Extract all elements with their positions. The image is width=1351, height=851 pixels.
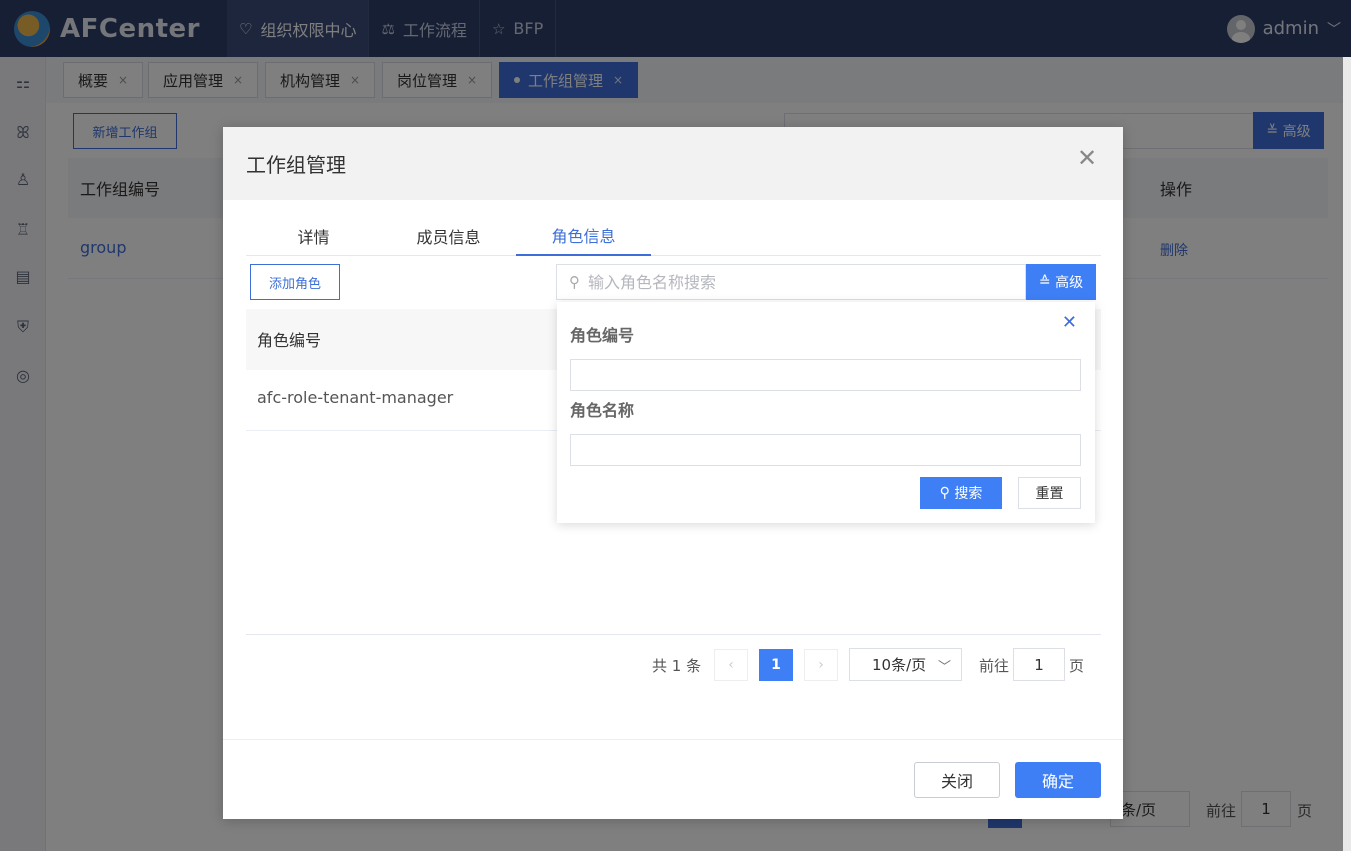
role-search-input[interactable]	[588, 272, 1008, 292]
chevron-down-icon: ﹀	[937, 660, 951, 675]
search-button[interactable]: ⚲ 搜索	[920, 477, 1002, 509]
close-button[interactable]: 关闭	[914, 762, 1000, 798]
dialog-tabs: 详情 成员信息 角色信息	[246, 215, 1101, 256]
search-label: 搜索	[954, 486, 983, 502]
prev-page-button[interactable]: ‹	[714, 649, 748, 681]
role-advanced-button[interactable]: ≙ 高级	[1026, 264, 1096, 300]
page-scrollbar[interactable]	[1343, 57, 1351, 851]
pager-current-page[interactable]: 1	[759, 649, 793, 681]
pager-divider	[246, 634, 1101, 635]
chevron-right-icon: ›	[818, 657, 824, 673]
role-name-input[interactable]	[570, 434, 1081, 466]
role-code-label: 角色编号	[570, 326, 635, 345]
page-unit-label: 页	[1069, 657, 1085, 675]
next-page-button[interactable]: ›	[804, 649, 838, 681]
goto-label: 前往	[979, 657, 1010, 675]
search-icon: ⚲	[939, 485, 955, 501]
advanced-label: 高级	[1055, 275, 1084, 291]
role-name-label: 角色名称	[570, 401, 635, 420]
page-size-label: 10条/页	[872, 656, 927, 674]
role-code-input[interactable]	[570, 359, 1081, 391]
close-icon[interactable]: ✕	[1062, 312, 1077, 333]
close-icon[interactable]: ✕	[1075, 146, 1099, 171]
pager-total: 共 1 条	[652, 657, 702, 675]
role-code-cell: afc-role-tenant-manager	[257, 388, 454, 407]
tab-members[interactable]: 成员信息	[381, 215, 516, 256]
chevron-double-up-icon: ≙	[1038, 274, 1056, 290]
add-role-button[interactable]: 添加角色	[250, 264, 340, 300]
column-header-role-code: 角色编号	[257, 331, 322, 350]
goto-page-input[interactable]: 1	[1013, 648, 1065, 681]
reset-button[interactable]: 重置	[1018, 477, 1081, 509]
search-icon: ⚲	[569, 273, 580, 291]
page-size-select[interactable]: 10条/页 ﹀	[849, 648, 962, 681]
role-search-box: ⚲	[556, 264, 1026, 300]
footer-divider	[223, 739, 1123, 740]
dialog-title: 工作组管理	[246, 153, 346, 177]
chevron-left-icon: ‹	[728, 657, 734, 673]
tab-roles[interactable]: 角色信息	[516, 215, 651, 256]
tab-details[interactable]: 详情	[246, 215, 381, 256]
confirm-button[interactable]: 确定	[1015, 762, 1101, 798]
dialog-header: 工作组管理	[223, 127, 1123, 200]
advanced-search-panel: ✕ 角色编号 角色名称 ⚲ 搜索 重置	[557, 302, 1095, 523]
